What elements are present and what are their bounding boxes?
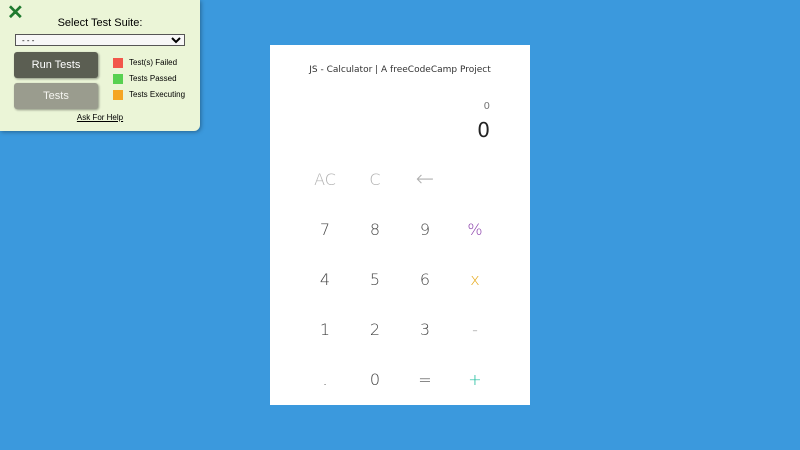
clear-all-button[interactable]: AC (300, 160, 350, 200)
clear-button[interactable]: C (350, 160, 400, 200)
test-suite-title: Select Test Suite: (57, 17, 143, 29)
legend-failed: Test(s) Failed (113, 57, 185, 68)
test-suite-panel: ✕ Select Test Suite: - - - Run Tests Tes… (0, 0, 200, 131)
run-tests-button[interactable]: Run Tests (14, 52, 98, 78)
legend-executing-label: Tests Executing (129, 90, 186, 99)
decimal-button[interactable]: . (300, 360, 350, 400)
legend-passed-label: Tests Passed (129, 74, 177, 83)
ask-for-help-link[interactable]: Ask For Help (0, 113, 200, 122)
nine-button[interactable]: 9 (400, 210, 450, 250)
tests-button[interactable]: Tests (14, 83, 98, 109)
legend-failed-label: Test(s) Failed (129, 58, 178, 67)
subtract-button[interactable]: - (450, 310, 500, 350)
executing-swatch (113, 89, 123, 100)
legend-passed: Tests Passed (113, 73, 185, 84)
six-button[interactable]: 6 (400, 260, 450, 300)
legend-executing: Tests Executing (113, 89, 185, 100)
backspace-button[interactable]: ← (400, 160, 450, 200)
calculator-title: JS - Calculator | A freeCodeCamp Project (309, 65, 491, 75)
test-suite-select[interactable]: - - - (15, 34, 185, 46)
test-legend: Test(s) Failed Tests Passed Tests Execut… (113, 57, 185, 105)
three-button[interactable]: 3 (400, 310, 450, 350)
percent-button[interactable]: % (450, 210, 500, 250)
zero-button[interactable]: 0 (350, 360, 400, 400)
two-button[interactable]: 2 (350, 310, 400, 350)
one-button[interactable]: 1 (300, 310, 350, 350)
calculator: JS - Calculator | A freeCodeCamp Project… (270, 45, 530, 405)
four-button[interactable]: 4 (300, 260, 350, 300)
add-button[interactable]: + (450, 360, 500, 400)
formula-display: 0 (483, 101, 490, 112)
main-display: 0 (477, 118, 490, 142)
equals-button[interactable]: = (400, 360, 450, 400)
seven-button[interactable]: 7 (300, 210, 350, 250)
five-button[interactable]: 5 (350, 260, 400, 300)
eight-button[interactable]: 8 (350, 210, 400, 250)
multiply-button[interactable]: x (450, 260, 500, 300)
passed-swatch (113, 73, 123, 84)
failed-swatch (113, 57, 123, 68)
